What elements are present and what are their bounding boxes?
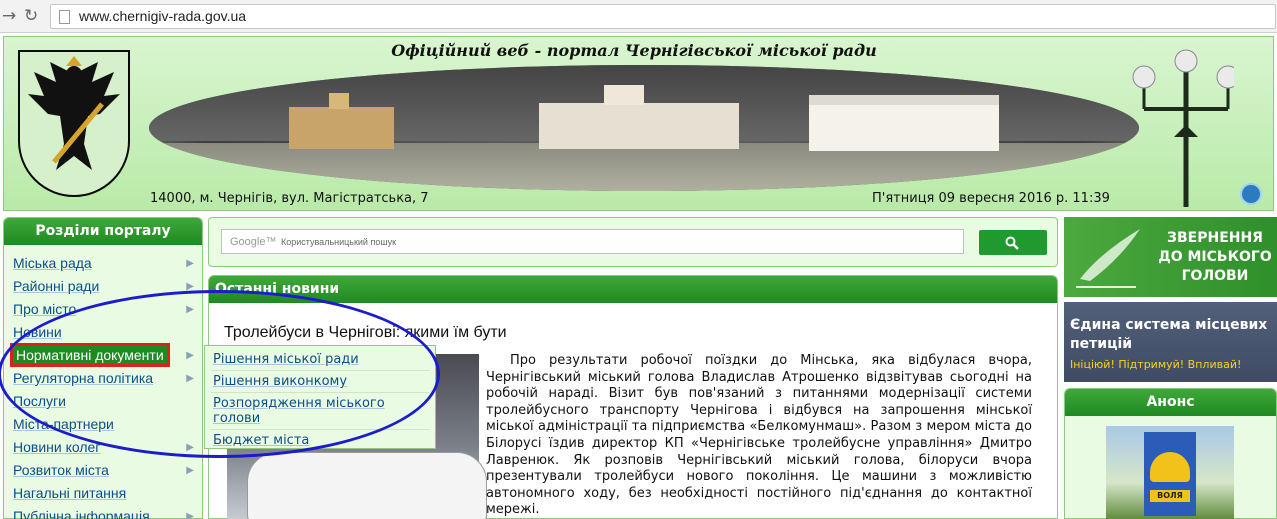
- current-date: П'ятниця 09 вересня 2016 р. 11:39: [872, 191, 1110, 206]
- chevron-right-icon: ▶: [186, 465, 194, 476]
- sidebar-item-regulatory-policy[interactable]: Регуляторна політика ▶: [4, 367, 202, 390]
- search-panel: Google™ Користувальницький пошук: [208, 217, 1058, 267]
- sidebar-item-city-development[interactable]: Розвиток міста ▶: [4, 459, 202, 482]
- globe-icon[interactable]: [1240, 183, 1262, 205]
- poster-text: ВОЛЯ: [1150, 490, 1190, 502]
- sidebar-item-city-council[interactable]: Міська рада ▶: [4, 252, 202, 275]
- sidebar-menu: Міська рада ▶ Районні ради ▶ Про місто ▶ Но…: [4, 245, 202, 519]
- normative-documents-submenu: Рішення міської ради Рішення виконкому Р…: [204, 345, 436, 449]
- sidebar-item-partner-cities[interactable]: Міста-партнери: [4, 413, 202, 436]
- site-title: Офіційний веб - портал Чернігівської міс…: [391, 41, 877, 60]
- news-headline[interactable]: Тролейбуси в Чернігові: якими їм бути: [224, 324, 507, 342]
- sidebar-item-about-city[interactable]: Про місто ▶: [4, 298, 202, 321]
- submenu-item-executive-decisions[interactable]: Рішення виконкому: [211, 371, 429, 393]
- chevron-right-icon: ▶: [186, 304, 194, 315]
- url-text: www.chernigiv-rada.gov.ua: [79, 8, 247, 24]
- page-icon: [59, 10, 70, 24]
- sidebar-item-normative-documents[interactable]: Нормативні документи ▶: [4, 343, 202, 367]
- mayor-appeal-label: ЗВЕРНЕННЯ ДО МІСЬКОГО ГОЛОВИ: [1158, 230, 1272, 284]
- news-section-title: Останні новини: [209, 276, 1057, 303]
- sidebar-title: Розділи порталу: [4, 218, 202, 245]
- coat-of-arms-logo[interactable]: [18, 50, 130, 197]
- trident-icon: [1150, 452, 1190, 482]
- chevron-right-icon: ▶: [186, 442, 194, 453]
- poster-stele: ВОЛЯ: [1144, 432, 1196, 516]
- street-lamp-icon: [1132, 49, 1234, 207]
- quill-icon: [1076, 229, 1140, 288]
- mayor-appeal-banner[interactable]: ЗВЕРНЕННЯ ДО МІСЬКОГО ГОЛОВИ: [1064, 217, 1277, 297]
- sidebar-item-district-councils[interactable]: Районні ради ▶: [4, 275, 202, 298]
- news-body: Про результати робочої поїздки до Мінськ…: [486, 353, 1032, 518]
- arrow-left-icon[interactable]: →: [2, 6, 16, 26]
- browser-toolbar: → ↻ www.chernigiv-rada.gov.ua: [0, 0, 1277, 33]
- chevron-right-icon: ▶: [186, 350, 194, 361]
- chevron-right-icon: ▶: [186, 373, 194, 384]
- announcement-poster-image[interactable]: ВОЛЯ: [1106, 426, 1234, 519]
- portal-sections-sidebar: Розділи порталу Міська рада ▶ Районні рад…: [3, 217, 203, 519]
- search-button[interactable]: [979, 230, 1047, 255]
- search-icon: [1005, 236, 1019, 250]
- sidebar-item-colleagues-news[interactable]: Новини колег ▶: [4, 436, 202, 459]
- sidebar-item-urgent-issues[interactable]: Нагальні питання: [4, 482, 202, 505]
- postal-address: 14000, м. Чернігів, вул. Магістратська, …: [150, 191, 429, 206]
- petitions-banner[interactable]: Єдина система місцевих петицій Ініціюй! …: [1064, 302, 1277, 382]
- search-input[interactable]: Google™ Користувальницький пошук: [221, 229, 964, 254]
- announcement-title: Анонс: [1065, 389, 1276, 416]
- chevron-right-icon: ▶: [186, 258, 194, 269]
- submenu-item-council-decisions[interactable]: Рішення міської ради: [211, 349, 429, 371]
- chevron-right-icon: ▶: [186, 281, 194, 292]
- search-placeholder: Користувальницький пошук: [281, 237, 397, 247]
- submenu-item-city-budget[interactable]: Бюджет міста: [211, 430, 429, 451]
- petitions-slogan: Ініціюй! Підтримуй! Впливай!: [1070, 358, 1242, 371]
- announcement-panel: Анонс ВОЛЯ: [1064, 388, 1277, 519]
- trolleybus-image: [247, 452, 487, 519]
- petitions-title: Єдина система місцевих петицій: [1070, 317, 1268, 352]
- sidebar-item-news[interactable]: Новини: [4, 321, 202, 344]
- sidebar-item-public-information[interactable]: Публічна інформація ▶: [4, 505, 202, 519]
- address-bar[interactable]: www.chernigiv-rada.gov.ua: [50, 4, 1276, 29]
- sidebar-item-services[interactable]: Послуги: [4, 390, 202, 413]
- reload-icon[interactable]: ↻: [24, 6, 38, 26]
- city-panorama-image: [149, 65, 1139, 191]
- site-header: Офіційний веб - портал Чернігівської міс…: [3, 36, 1274, 211]
- google-brand: Google™: [230, 236, 277, 248]
- submenu-item-mayor-orders[interactable]: Розпорядження міського голови: [211, 393, 429, 430]
- chevron-right-icon: ▶: [186, 511, 194, 519]
